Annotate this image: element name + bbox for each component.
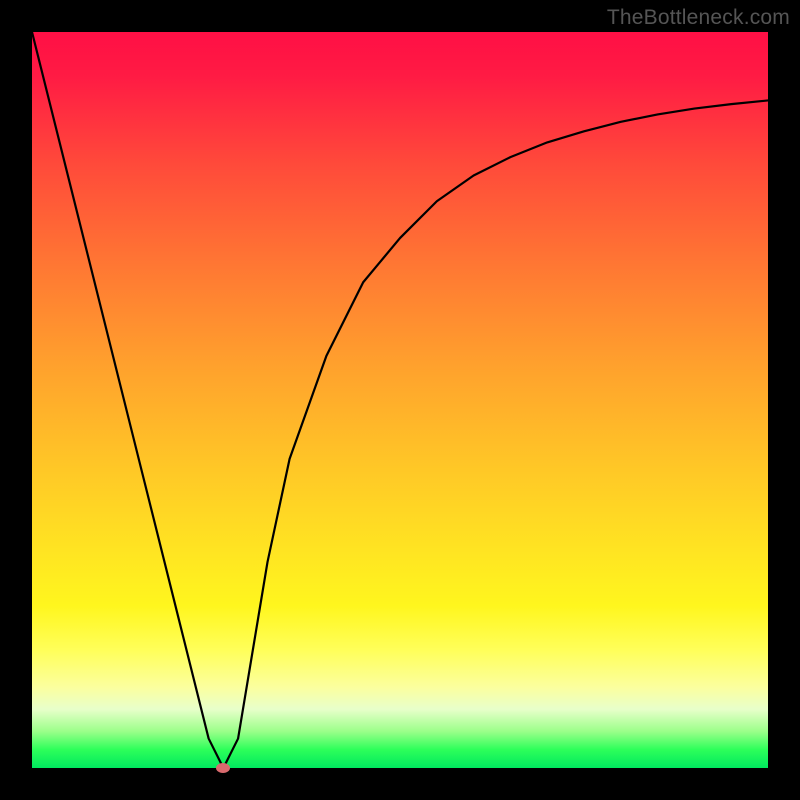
curve-svg (32, 32, 768, 768)
watermark: TheBottleneck.com (607, 6, 790, 30)
plot-area (32, 32, 768, 768)
chart-frame: TheBottleneck.com (0, 0, 800, 800)
bottleneck-curve (32, 32, 768, 768)
minimum-marker (216, 763, 230, 773)
